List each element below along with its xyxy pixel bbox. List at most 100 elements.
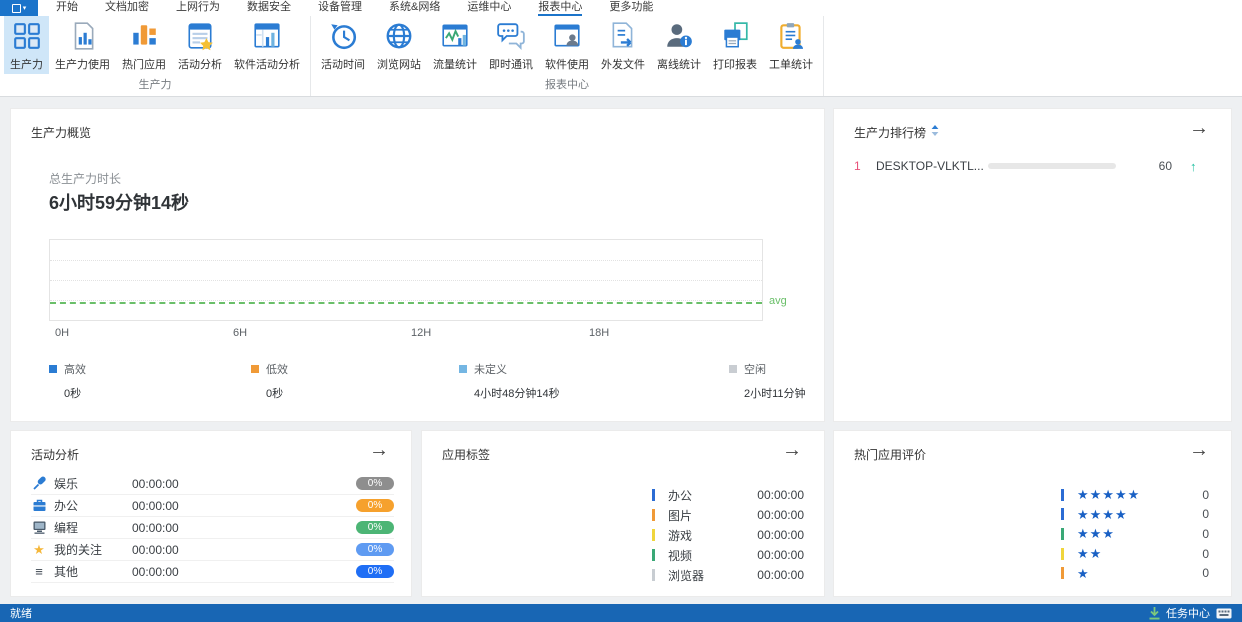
productivity-time-chart [49,239,763,321]
activity-time-icon [331,24,357,50]
panel-title-text: 生产力排行榜 [854,126,927,140]
ticket-stats-icon [780,23,803,49]
app-window-icon [11,3,21,13]
rating-row-5-stars[interactable]: ★★★★★ 0 [1061,485,1209,505]
rating-row-1-star[interactable]: ★ 0 [1061,563,1209,583]
rating-row-3-stars[interactable]: ★★★ 0 [1061,524,1209,544]
chart-legend: 高效 0秒 低效 0秒 未定义 4小时48分钟14秒 空闲 2小时11分钟 [11,361,824,409]
ribbon-button-traffic-stats[interactable]: 流量统计 [427,16,483,74]
menu-tab-start[interactable]: 开始 [56,0,78,16]
activity-row-other[interactable]: ≡ 其他 00:00:00 0% [31,561,394,583]
ribbon-button-ticket-stats[interactable]: 工单统计 [763,16,819,74]
activity-percent-badge: 0% [356,543,394,556]
productivity-overview-panel: 生产力概览 总生产力时长 6小时59分钟14秒 avg 0H 6H 12H 18… [10,108,825,422]
open-ranking-arrow-icon[interactable]: → [1189,117,1209,139]
ribbon-button-activity-time[interactable]: 活动时间 [315,16,371,74]
keyboard-icon[interactable] [1216,608,1232,619]
menu-bar: ▾ 开始 文档加密 上网行为 数据安全 设备管理 系统&网络 运维中心 报表中心… [0,0,1242,16]
open-activity-arrow-icon[interactable]: → [369,439,389,461]
activity-time: 00:00:00 [132,564,179,579]
ribbon-button-productivity-usage[interactable]: 生产力使用 [49,16,116,74]
task-center-button[interactable]: 任务中心 [1166,605,1210,621]
ribbon-button-software-usage[interactable]: 软件使用 [539,16,595,74]
tag-time: 00:00:00 [757,528,804,542]
monitor-icon [31,520,47,536]
total-productivity-value: 6小时59分钟14秒 [49,193,190,213]
panel-title: 生产力概览 [31,126,92,140]
ribbon-button-label: 浏览网站 [377,59,421,71]
app-tag-row-games[interactable]: 游戏 00:00:00 [652,525,804,545]
print-report-icon [724,22,748,48]
device-name: DESKTOP-VLKTL... [876,159,984,173]
status-text: 就绪 [10,608,32,620]
activity-row-my-focus[interactable]: ★ 我的关注 00:00:00 0% [31,539,394,561]
app-tag-row-pictures[interactable]: 图片 00:00:00 [652,505,804,525]
app-menu-button[interactable]: ▾ [0,0,38,16]
ribbon-button-software-activity[interactable]: 软件活动分析 [228,16,306,74]
menu-tab-device-mgmt[interactable]: 设备管理 [318,0,362,16]
browse-web-icon [386,23,412,49]
star-rating: ★ [1077,565,1090,581]
open-ratings-arrow-icon[interactable]: → [1189,439,1209,461]
legend-label: 未定义 [474,364,507,376]
tag-time: 00:00:00 [757,568,804,582]
trend-up-icon: ↑ [1190,158,1197,174]
ribbon-button-activity-analysis[interactable]: 活动分析 [172,16,228,74]
productivity-usage-icon [74,22,93,50]
star-icon: ★ [33,541,45,557]
menu-lines-icon: ≡ [35,563,43,579]
menu-tab-more-features[interactable]: 更多功能 [609,0,653,16]
menu-tab-ops-center[interactable]: 运维中心 [467,0,511,16]
menu-tab-doc-encrypt[interactable]: 文档加密 [105,0,149,16]
ranking-row[interactable]: 1 DESKTOP-VLKTL... 60 ↑ [854,155,1214,177]
microphone-icon [31,476,47,492]
rating-count: 0 [1202,546,1209,561]
activity-row-programming[interactable]: 编程 00:00:00 0% [31,517,394,539]
menu-tab-system-network[interactable]: 系统&网络 [389,0,440,16]
ribbon-button-label: 工单统计 [769,59,813,71]
activity-row-entertainment[interactable]: 娱乐 00:00:00 0% [31,473,394,495]
ribbon-button-instant-message[interactable]: 即时通讯 [483,16,539,74]
activity-row-office[interactable]: 办公 00:00:00 0% [31,495,394,517]
ribbon-button-label: 打印报表 [713,59,757,71]
ribbon-button-outgoing-files[interactable]: 外发文件 [595,16,651,74]
open-app-tags-arrow-icon[interactable]: → [782,439,802,461]
traffic-stats-icon [442,24,468,47]
outgoing-files-icon [612,22,633,48]
rating-row-4-stars[interactable]: ★★★★ 0 [1061,505,1209,525]
rating-count: 0 [1202,487,1209,502]
ribbon-group-productivity: 生产力 生产力使用 热门应用 活动分析 软件活动分析 生产力 [0,16,311,96]
hot-app-ratings-panel: 热门应用评价 → ★★★★★ 0 ★★★★ 0 ★★★ 0 ★★ 0 ★ 0 [833,430,1232,597]
download-task-icon[interactable] [1149,606,1160,620]
ribbon-button-label: 流量统计 [433,59,477,71]
rating-count: 0 [1202,507,1209,522]
menu-tab-report-center[interactable]: 报表中心 [538,0,583,16]
chart-average-line [50,302,762,304]
star-rating: ★★★★ [1077,506,1128,522]
menu-tab-web-behavior[interactable]: 上网行为 [176,0,220,16]
activity-rows: 娱乐 00:00:00 0% 办公 00:00:00 0% 编程 00:00:0… [31,473,394,583]
activity-label: 办公 [54,499,79,513]
chart-gridline [50,280,762,281]
star-rating: ★★★★★ [1077,487,1141,503]
ribbon-button-productivity[interactable]: 生产力 [4,16,49,74]
app-tag-row-browser[interactable]: 浏览器 00:00:00 [652,565,804,585]
chevron-down-icon: ▾ [22,4,27,12]
ribbon-button-print-report[interactable]: 打印报表 [707,16,763,74]
menu-tab-data-security[interactable]: 数据安全 [247,0,291,16]
sort-icon[interactable] [931,125,939,139]
rating-row-2-stars[interactable]: ★★ 0 [1061,544,1209,564]
legend-item-efficient: 高效 0秒 [49,361,86,401]
productivity-grid-icon [13,23,40,49]
chart-gridline [50,260,762,261]
ribbon-button-offline-stats[interactable]: 离线统计 [651,16,707,74]
x-tick: 12H [411,327,432,339]
score-progress-bar [988,163,1116,169]
rating-color-bar [1061,567,1064,580]
ribbon-button-hot-apps[interactable]: 热门应用 [116,16,172,74]
app-tag-row-video[interactable]: 视频 00:00:00 [652,545,804,565]
app-tag-row-office[interactable]: 办公 00:00:00 [652,485,804,505]
total-productivity-label: 总生产力时长 [49,172,122,186]
tag-label: 图片 [668,508,693,523]
ribbon-button-browse-web[interactable]: 浏览网站 [371,16,427,74]
